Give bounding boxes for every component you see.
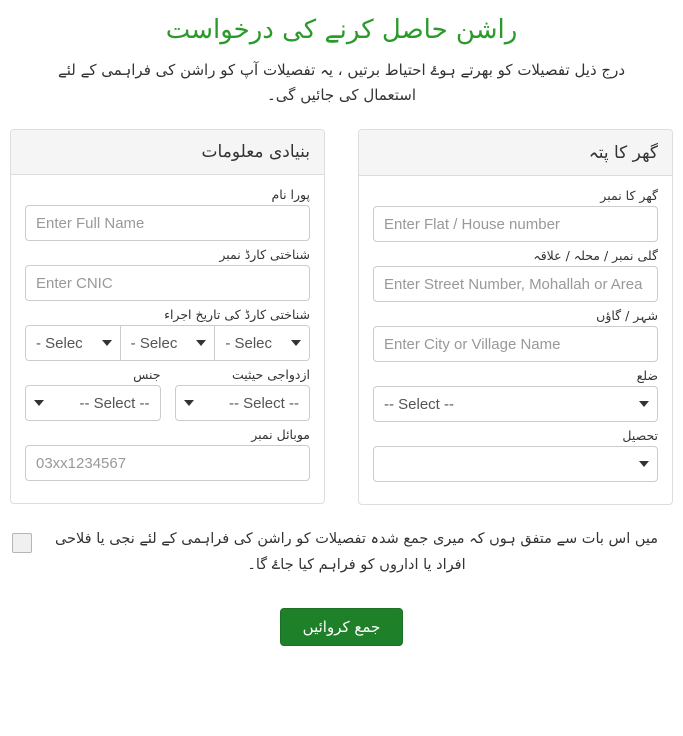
consent-checkbox[interactable]: [12, 533, 32, 554]
chevron-down-icon: [639, 461, 649, 468]
house-number-label: گھر کا نمبر: [600, 188, 658, 204]
panel-basic-info: بنیادی معلومات پورا نام شناختی کارڈ نمبر…: [10, 129, 325, 505]
full-name-label: پورا نام: [271, 187, 310, 203]
cnic-issue-year-select[interactable]: - Selec: [215, 326, 309, 361]
chevron-down-icon: [291, 340, 302, 347]
field-marital-status: ازدواجی حیثیت -- Select --: [174, 367, 310, 422]
page-title: راشن حاصل کرنے کی درخواست: [165, 15, 518, 45]
field-mobile: موبائل نمبر: [25, 427, 310, 482]
mobile-label: موبائل نمبر: [251, 427, 310, 443]
submit-row: جمع کروائیں: [0, 608, 683, 647]
marital-status-select[interactable]: -- Select --: [174, 385, 310, 422]
field-gender: جنس -- Select --: [25, 367, 161, 422]
gender-marital-row: جنس -- Select -- ازدواجی حیثیت -- Select…: [25, 367, 310, 422]
panel-home-address-heading: گھر کا پتہ: [359, 130, 672, 177]
city-label: شہر / گاؤں: [596, 308, 658, 324]
cnic-issue-date-group: - Selec - Selec - Selec: [25, 325, 310, 362]
panel-basic-info-title: بنیادی معلومات: [201, 142, 310, 163]
chevron-down-icon: [196, 340, 207, 347]
chevron-down-icon: [101, 340, 112, 347]
field-house-number: گھر کا نمبر: [373, 188, 658, 243]
gender-label: جنس: [133, 367, 161, 383]
cnic-issue-day-select[interactable]: - Selec: [26, 326, 121, 361]
form-panels-row: بنیادی معلومات پورا نام شناختی کارڈ نمبر…: [0, 129, 683, 506]
application-form-page: راشن حاصل کرنے کی درخواست درج ذیل تفصیلا…: [0, 14, 683, 736]
cnic-label: شناختی کارڈ نمبر: [219, 247, 310, 263]
panel-basic-info-heading: بنیادی معلومات: [11, 130, 324, 176]
field-cnic-issue-date: شناختی کارڈ کی تاریخ اجراء - Selec - Sel…: [25, 307, 310, 362]
field-cnic: شناختی کارڈ نمبر: [25, 247, 310, 302]
house-number-input[interactable]: [373, 206, 658, 243]
cnic-issue-month-value: - Selec: [130, 334, 178, 352]
cnic-issue-day-value: - Selec: [36, 334, 83, 352]
chevron-down-icon: [34, 400, 44, 407]
chevron-down-icon: [639, 401, 649, 408]
marital-status-label: ازدواجی حیثیت: [231, 367, 310, 383]
district-label: ضلع: [636, 368, 658, 384]
city-input[interactable]: [373, 326, 658, 363]
cnic-input[interactable]: [25, 265, 310, 302]
cnic-issue-month-select[interactable]: - Selec: [120, 326, 216, 361]
district-value: -- Select --: [384, 395, 455, 413]
full-name-input[interactable]: [25, 205, 310, 242]
chevron-down-icon: [183, 400, 194, 407]
field-street: گلی نمبر / محلہ / علاقہ: [373, 248, 658, 303]
field-district: ضلع -- Select --: [373, 368, 658, 423]
field-city: شہر / گاؤں: [373, 308, 658, 363]
street-input[interactable]: [373, 266, 658, 303]
marital-status-value: -- Select --: [228, 394, 299, 412]
panel-home-address: گھر کا پتہ گھر کا نمبر گلی نمبر / محلہ /…: [358, 129, 673, 506]
street-label: گلی نمبر / محلہ / علاقہ: [533, 248, 658, 264]
panel-home-address-body: گھر کا نمبر گلی نمبر / محلہ / علاقہ شہر …: [359, 176, 672, 504]
district-select[interactable]: -- Select --: [373, 386, 658, 423]
submit-button[interactable]: جمع کروائیں: [279, 608, 404, 647]
tehsil-select[interactable]: [373, 446, 658, 483]
gender-select[interactable]: -- Select --: [25, 385, 161, 422]
tehsil-label: تحصیل: [622, 428, 658, 444]
consent-text: میں اس بات سے متفق ہوں کہ میری جمع شدہ ت…: [54, 531, 659, 573]
gender-value: -- Select --: [79, 394, 150, 412]
page-subtitle: درج ذیل تفصیلات کو بھرتے ہوۓ احتیاط برتی…: [57, 60, 626, 104]
field-full-name: پورا نام: [25, 187, 310, 242]
panel-basic-info-body: پورا نام شناختی کارڈ نمبر شناختی کارڈ کی…: [11, 175, 324, 503]
cnic-issue-year-value: - Selec: [225, 334, 273, 352]
cnic-issue-date-label: شناختی کارڈ کی تاریخ اجراء: [164, 307, 310, 323]
field-tehsil: تحصیل: [373, 428, 658, 483]
consent-row: میں اس بات سے متفق ہوں کہ میری جمع شدہ ت…: [0, 527, 683, 578]
panel-home-address-title: گھر کا پتہ: [588, 143, 658, 164]
mobile-input[interactable]: [25, 445, 310, 482]
